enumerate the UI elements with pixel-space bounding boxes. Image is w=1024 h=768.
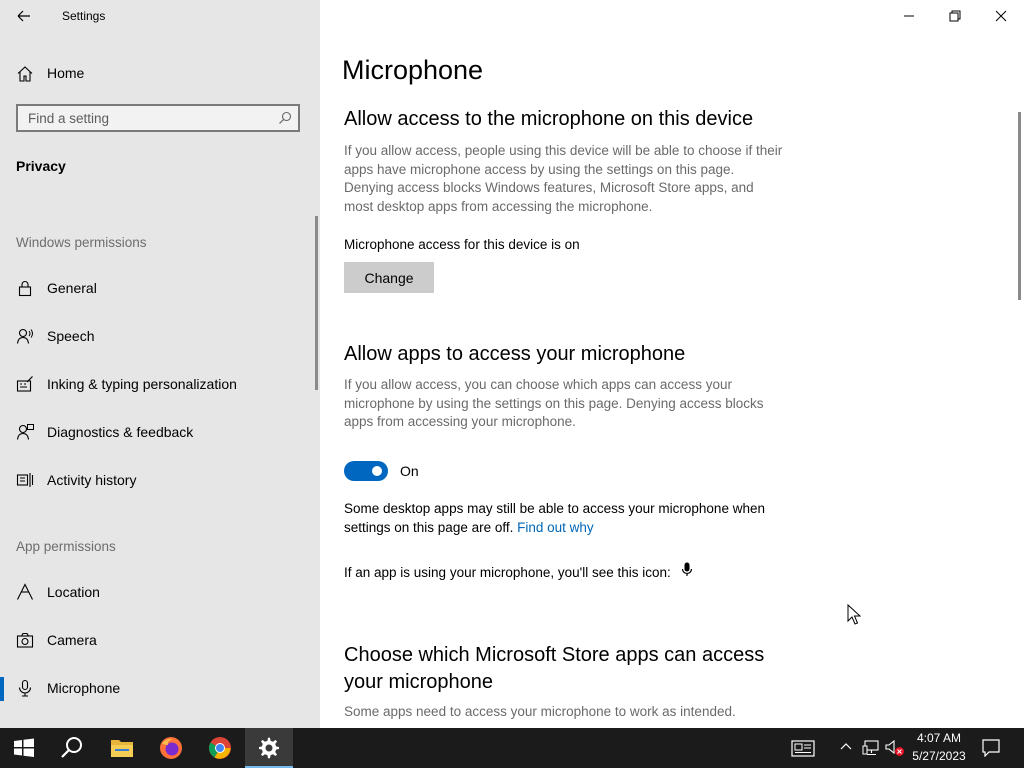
clock-time[interactable]: 4:07 AM bbox=[910, 731, 968, 745]
store-apps-description: Some apps need to access your microphone… bbox=[344, 704, 736, 719]
title-bar: Settings bbox=[0, 0, 320, 32]
firefox-icon bbox=[160, 737, 182, 759]
folder-icon bbox=[111, 740, 133, 757]
main-content: Microphone Allow access to the microphon… bbox=[320, 0, 1024, 728]
store-apps-heading: Choose which Microsoft Store apps can ac… bbox=[344, 642, 764, 696]
find-out-why-link[interactable]: Find out why bbox=[517, 520, 594, 535]
activity-history-icon bbox=[16, 473, 34, 487]
group-heading-app-permissions: App permissions bbox=[16, 539, 116, 554]
device-access-description: If you allow access, people using this d… bbox=[344, 143, 783, 214]
news-icon[interactable] bbox=[791, 740, 815, 757]
settings-sidebar: Settings Home Privacy Windows permission… bbox=[0, 0, 320, 728]
sidebar-item-home[interactable]: Home bbox=[0, 58, 320, 90]
sidebar-item-speech[interactable]: Speech bbox=[0, 317, 316, 357]
search-icon bbox=[61, 737, 82, 758]
sidebar-item-label: General bbox=[47, 280, 97, 296]
desktop-apps-note: Some desktop apps may still be able to a… bbox=[344, 500, 789, 537]
file-explorer-button[interactable] bbox=[98, 728, 146, 768]
minimize-button[interactable] bbox=[886, 0, 932, 32]
search-icon[interactable] bbox=[278, 111, 292, 125]
sidebar-item-label: Home bbox=[47, 65, 85, 81]
apps-access-heading: Allow apps to access your microphone bbox=[344, 343, 686, 365]
apps-access-description: If you allow access, you can choose whic… bbox=[344, 377, 764, 429]
sidebar-item-inking-typing[interactable]: Inking & typing personalization bbox=[0, 365, 316, 405]
sidebar-item-label: Microphone bbox=[47, 680, 121, 696]
back-button[interactable] bbox=[10, 4, 38, 28]
sidebar-item-label: Activity history bbox=[47, 472, 137, 488]
toggle-knob bbox=[372, 466, 382, 476]
settings-taskbar-button[interactable] bbox=[245, 728, 293, 768]
sidebar-item-general[interactable]: General bbox=[0, 269, 316, 309]
mic-icon-note: If an app is using your microphone, you'… bbox=[344, 562, 693, 583]
firefox-button[interactable] bbox=[147, 728, 195, 768]
sidebar-item-label: Diagnostics & feedback bbox=[47, 424, 194, 440]
start-button[interactable] bbox=[0, 728, 48, 768]
sidebar-item-label: Speech bbox=[47, 328, 95, 344]
mic-icon-note-text: If an app is using your microphone, you'… bbox=[344, 565, 671, 580]
clock-date[interactable]: 5/27/2023 bbox=[910, 749, 968, 763]
close-button[interactable] bbox=[978, 0, 1024, 32]
store-apps-heading-line-2: your microphone bbox=[344, 671, 493, 693]
apps-access-toggle[interactable] bbox=[344, 461, 388, 481]
back-arrow-icon bbox=[17, 10, 30, 22]
chrome-icon bbox=[209, 737, 231, 759]
speech-icon bbox=[16, 328, 33, 344]
close-icon bbox=[995, 10, 1007, 22]
sidebar-item-activity-history[interactable]: Activity history bbox=[0, 461, 316, 501]
search-box[interactable] bbox=[16, 104, 300, 132]
group-heading-windows-permissions: Windows permissions bbox=[16, 235, 147, 250]
sidebar-item-label: Inking & typing personalization bbox=[47, 376, 237, 392]
section-title-privacy: Privacy bbox=[16, 158, 66, 174]
windows-logo-icon bbox=[14, 738, 34, 757]
restore-button[interactable] bbox=[932, 0, 978, 32]
page-title: Microphone bbox=[342, 55, 484, 85]
volume-muted-icon[interactable] bbox=[884, 739, 906, 757]
store-apps-heading-line-1: Choose which Microsoft Store apps can ac… bbox=[344, 644, 765, 666]
network-icon[interactable] bbox=[862, 739, 880, 757]
gear-icon bbox=[259, 737, 279, 759]
notifications-icon[interactable] bbox=[982, 739, 1000, 757]
chevron-up-icon[interactable] bbox=[840, 742, 852, 752]
device-access-heading: Allow access to the microphone on this d… bbox=[344, 108, 754, 130]
home-icon bbox=[17, 66, 33, 82]
device-access-status: Microphone access for this device is on bbox=[344, 237, 580, 252]
sidebar-item-microphone[interactable]: Microphone bbox=[0, 669, 316, 709]
minimize-icon bbox=[904, 15, 914, 17]
taskbar: 4:07 AM 5/27/2023 bbox=[0, 728, 1024, 768]
diagnostics-icon bbox=[16, 424, 34, 440]
sidebar-item-label: Camera bbox=[47, 632, 97, 648]
chrome-button[interactable] bbox=[196, 728, 244, 768]
sidebar-scrollbar[interactable] bbox=[315, 216, 318, 390]
lock-icon bbox=[18, 281, 32, 297]
location-icon bbox=[17, 583, 33, 600]
sidebar-item-camera[interactable]: Camera bbox=[0, 621, 316, 661]
camera-icon bbox=[16, 632, 34, 648]
app-title: Settings bbox=[62, 9, 106, 23]
mouse-cursor-icon bbox=[847, 604, 861, 625]
toggle-state-label: On bbox=[400, 463, 419, 479]
microphone-in-use-icon bbox=[681, 562, 692, 576]
inking-icon bbox=[16, 376, 33, 392]
sidebar-item-location[interactable]: Location bbox=[0, 573, 316, 613]
restore-icon bbox=[949, 10, 961, 22]
main-scrollbar[interactable] bbox=[1018, 112, 1021, 300]
microphone-icon bbox=[18, 679, 32, 697]
search-button[interactable] bbox=[48, 728, 96, 768]
sidebar-item-label: Location bbox=[47, 584, 100, 600]
search-input[interactable] bbox=[18, 106, 268, 130]
change-button[interactable]: Change bbox=[344, 262, 434, 293]
sidebar-item-diagnostics[interactable]: Diagnostics & feedback bbox=[0, 413, 316, 453]
